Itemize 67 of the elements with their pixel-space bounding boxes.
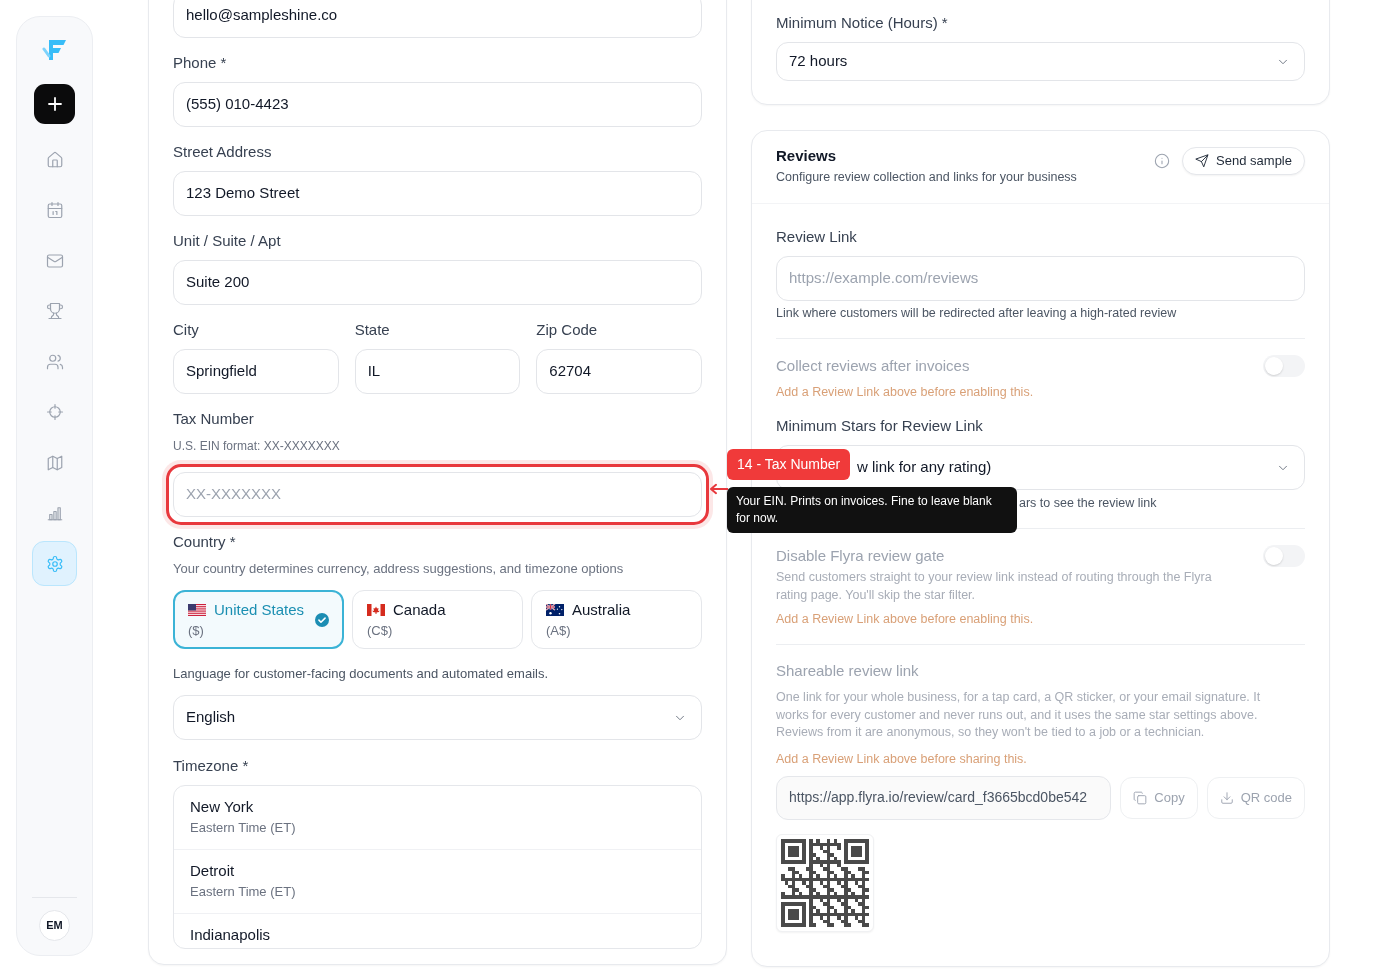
field-label: City	[173, 320, 200, 340]
field-label: Collect reviews after invoices	[776, 356, 970, 376]
section-title: Reviews	[776, 147, 838, 165]
field-label: Review Link	[776, 227, 858, 247]
flag-icon	[367, 603, 385, 616]
text-field[interactable]: IL	[354, 349, 521, 394]
trophy-icon	[45, 302, 64, 320]
check-circle-icon	[315, 612, 329, 627]
country-option[interactable]: United States ($)	[173, 590, 344, 649]
mail-icon	[45, 251, 64, 270]
text-field[interactable]: (555) 010-4423	[173, 82, 702, 127]
text-field[interactable]: Springfield	[173, 349, 339, 394]
logo-icon	[41, 37, 68, 63]
annotation-tag: 14 - Tax Number	[727, 449, 851, 480]
tooltip: Your EIN. Prints on invoices. Fine to leave blank for now.	[727, 487, 1017, 533]
download-icon	[1219, 790, 1234, 805]
field-label: State	[354, 320, 391, 340]
nav-button[interactable]	[32, 541, 77, 586]
add-button[interactable]	[34, 84, 75, 124]
field-label: Minimum Stars for Review Link	[776, 416, 984, 436]
helper-text: ars to see the review link	[1019, 495, 1158, 511]
avatar[interactable]: EM	[39, 910, 70, 941]
copy-icon	[1133, 790, 1148, 805]
field-label: Shareable review link	[776, 661, 920, 681]
bar-chart-icon	[45, 504, 64, 522]
section-subtitle: Configure review collection and links for your business	[776, 169, 1077, 185]
warning-text: Add a Review Link above before enabling this.	[776, 611, 1035, 627]
timezone-option[interactable]: Indianapolis	[174, 914, 701, 948]
timezone-option[interactable]: New York Eastern Time (ET)	[174, 786, 701, 850]
map-icon	[45, 453, 64, 472]
info-icon	[1154, 153, 1171, 169]
settings-icon	[45, 554, 64, 573]
field-description: Send customers straight to your review link instead of routing through the Flyra rating page. You'll skip the star filter.	[776, 569, 1213, 604]
text-field[interactable]: 123 Demo Street	[173, 171, 702, 216]
select-field[interactable]: 72 hours	[776, 42, 1305, 81]
field-label: Minimum Notice (Hours) *	[776, 13, 949, 33]
text-field[interactable]: hello@sampleshine.co	[173, 0, 702, 38]
hint-text: U.S. EIN format: XX-XXXXXXX	[173, 438, 341, 454]
warning-text: Add a Review Link above before enabling this.	[776, 384, 1035, 400]
field-label: Phone *	[173, 53, 228, 73]
flag-icon	[188, 603, 206, 616]
users-icon	[45, 352, 64, 371]
crosshair-icon	[45, 403, 64, 421]
text-field[interactable]: Suite 200	[173, 260, 702, 305]
field-description: Language for customer-facing documents and automated emails.	[173, 665, 550, 683]
home-icon	[45, 150, 64, 169]
field-label: Unit / Suite / Apt	[173, 231, 282, 251]
text-field[interactable]: 62704	[536, 349, 702, 394]
field-label: Timezone *	[173, 756, 250, 776]
warning-text: Add a Review Link above before sharing this.	[776, 750, 1028, 767]
calendar-icon	[45, 201, 64, 219]
field-description: One link for your whole business, for a tap card, a QR sticker, or your email signature. It works for every customer and never runs out, and it uses the same star settings above. Reviews from it are anonymous, so they won't be tied to a job or a technician.	[776, 689, 1262, 741]
send-icon	[1195, 154, 1210, 168]
flag-icon	[546, 603, 564, 616]
send-sample-button[interactable]: Send sample	[1182, 147, 1305, 175]
field-label: Disable Flyra review gate	[776, 546, 945, 566]
field-label: Country *	[173, 532, 237, 552]
select-field[interactable]: English	[173, 695, 702, 740]
country-option[interactable]: Australia (A$)	[531, 590, 702, 649]
field-description: Your country determines currency, address suggestions, and timezone options	[173, 560, 625, 578]
helper-text: Link where customers will be redirected after leaving a high-rated review	[776, 305, 1178, 321]
plus-icon	[45, 95, 64, 113]
country-option[interactable]: Canada (C$)	[352, 590, 523, 649]
field-label: Street Address	[173, 142, 273, 162]
timezone-option[interactable]: Detroit Eastern Time (ET)	[174, 850, 701, 914]
field-label: Zip Code	[536, 320, 599, 340]
field-label: Tax Number	[173, 409, 255, 429]
